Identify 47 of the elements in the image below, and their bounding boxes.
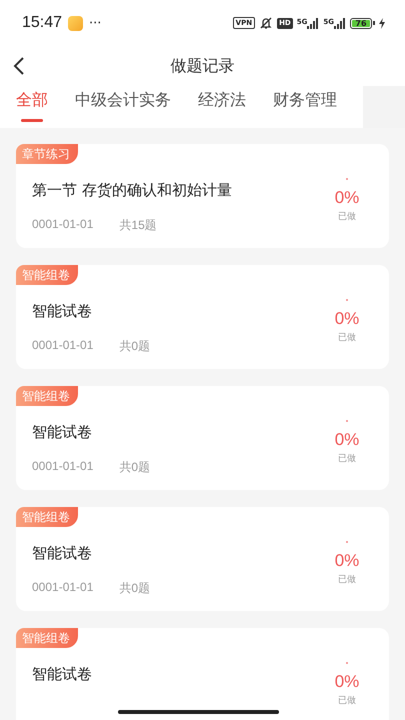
record-card[interactable]: 智能组卷 智能试卷 0001-01-01 共0题 0% 已做 — [16, 265, 389, 369]
muted-bell-icon — [259, 17, 274, 29]
record-card[interactable]: 智能组卷 智能试卷 0001-01-01 共0题 0% 已做 — [16, 507, 389, 611]
record-title: 第一节 存货的确认和初始计量 — [32, 181, 233, 200]
question-count: 共0题 — [119, 338, 150, 355]
category-tab[interactable]: 财务管理 — [273, 86, 337, 124]
completion-percent: 0% — [334, 188, 360, 208]
record-card[interactable]: 章节练习 第一节 存货的确认和初始计量 0001-01-01 共15题 0% 已做 — [16, 144, 389, 248]
completion-percent: 0% — [334, 309, 360, 329]
completion-status: 已做 — [338, 453, 356, 465]
question-count: 共15题 — [119, 217, 157, 234]
record-tag: 智能组卷 — [16, 628, 78, 648]
question-count: 共0题 — [119, 459, 150, 476]
record-card[interactable]: 智能组卷 智能试卷 0% 已做 — [16, 628, 389, 720]
completion-status: 已做 — [338, 695, 356, 707]
completion-percent: 0% — [334, 551, 360, 571]
record-date: 0001-01-01 — [32, 338, 94, 354]
record-tag: 智能组卷 — [16, 265, 78, 285]
more-notifications: ··· — [89, 16, 102, 30]
record-date: 0001-01-01 — [32, 217, 94, 233]
question-count: 共0题 — [119, 580, 150, 597]
record-title: 智能试卷 — [32, 302, 93, 321]
category-tab[interactable]: 全部 — [16, 86, 48, 124]
completion-status: 已做 — [338, 332, 356, 344]
app-notification-icon — [68, 16, 84, 30]
category-tab[interactable]: 经济法 — [198, 86, 246, 124]
completion-percent: 0% — [334, 672, 360, 692]
record-tag: 章节练习 — [16, 144, 78, 164]
back-icon[interactable] — [13, 57, 25, 75]
record-title: 智能试卷 — [32, 423, 93, 442]
record-title: 智能试卷 — [32, 544, 93, 563]
category-tab[interactable]: 中级会计实务 — [75, 86, 171, 124]
signal-icon — [307, 18, 320, 28]
record-title: 智能试卷 — [32, 665, 93, 684]
record-tag: 智能组卷 — [16, 386, 78, 406]
record-date: 0001-01-01 — [32, 580, 94, 596]
charging-icon — [379, 18, 385, 28]
battery-level: 76 — [352, 20, 370, 26]
signal-icon — [334, 18, 346, 28]
record-card[interactable]: 智能组卷 智能试卷 0001-01-01 共0题 0% 已做 — [16, 386, 389, 490]
record-date: 0001-01-01 — [32, 459, 94, 475]
status-time: 15:47 — [22, 14, 62, 32]
page-title: 做题记录 — [170, 56, 234, 76]
completion-status: 已做 — [338, 574, 356, 586]
completion-percent: 0% — [334, 430, 360, 450]
completion-status: 已做 — [338, 211, 356, 223]
record-tag: 智能组卷 — [16, 507, 78, 527]
